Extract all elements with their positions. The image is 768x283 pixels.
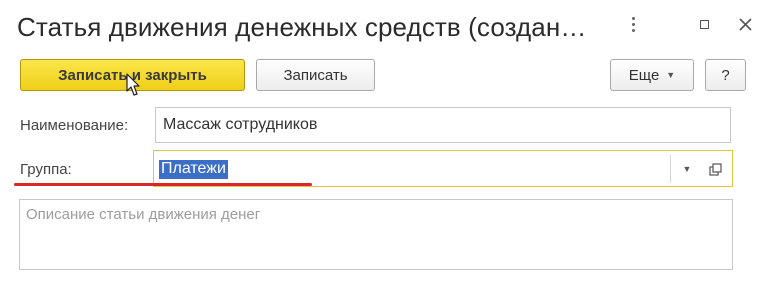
maximize-icon[interactable] — [690, 10, 718, 38]
save-button[interactable]: Записать — [256, 59, 375, 91]
field-divider — [670, 155, 671, 183]
group-value: Платежи — [159, 160, 228, 179]
close-icon[interactable] — [731, 10, 759, 38]
mouse-pointer-icon — [126, 73, 140, 96]
dropdown-icon[interactable]: ▼ — [676, 159, 698, 179]
name-field[interactable]: Массаж сотрудников — [155, 107, 731, 143]
form-window: Статья движения денежных средств (создан… — [0, 0, 768, 283]
more-menu-button[interactable]: Еще ▼ — [610, 59, 694, 91]
window-title: Статья движения денежных средств (создан… — [17, 12, 587, 42]
description-field[interactable]: Описание статьи движения денег — [19, 199, 733, 270]
group-field[interactable]: Платежи ▼ — [153, 150, 733, 187]
description-placeholder: Описание статьи движения денег — [26, 206, 261, 223]
annotation-underline — [14, 183, 312, 186]
chevron-down-icon: ▼ — [666, 70, 676, 80]
more-options-icon[interactable] — [619, 10, 647, 38]
group-label: Группа: — [20, 161, 72, 178]
name-value: Массаж сотрудников — [163, 116, 318, 133]
more-menu-label: Еще — [628, 66, 660, 84]
name-label: Наименование: — [20, 117, 129, 134]
help-button[interactable]: ? — [705, 59, 746, 91]
open-icon[interactable] — [704, 159, 726, 179]
